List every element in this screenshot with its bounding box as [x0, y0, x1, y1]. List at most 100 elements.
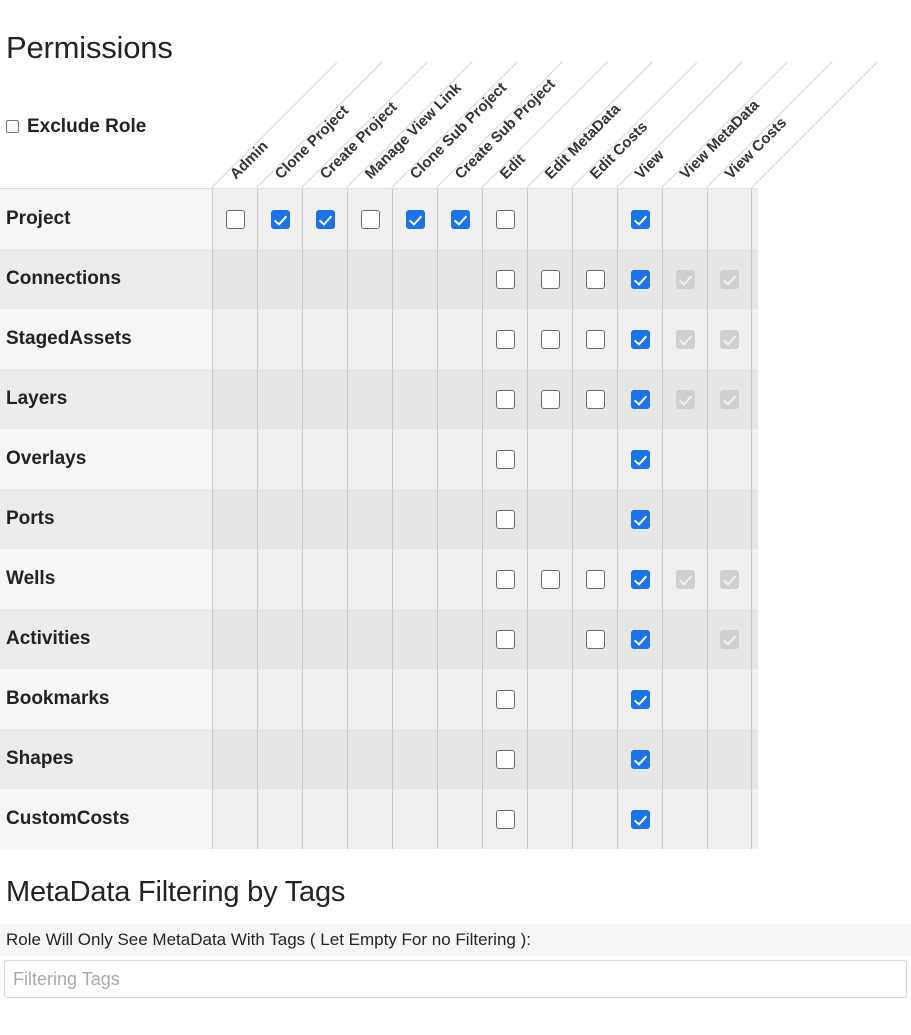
permission-checkbox[interactable]	[585, 269, 605, 289]
matrix-cell[interactable]	[572, 609, 617, 669]
matrix-cell[interactable]	[347, 189, 392, 249]
matrix-cell[interactable]	[482, 429, 527, 489]
matrix-cell[interactable]	[302, 189, 347, 249]
matrix-cell[interactable]	[257, 189, 302, 249]
matrix-cell	[257, 369, 302, 429]
matrix-cell	[572, 189, 617, 249]
permission-checkbox[interactable]	[585, 569, 605, 589]
matrix-cell	[302, 789, 347, 849]
matrix-cell[interactable]	[212, 189, 257, 249]
matrix-cell[interactable]	[572, 369, 617, 429]
permission-checkbox[interactable]	[630, 449, 650, 469]
matrix-cell[interactable]	[617, 729, 662, 789]
matrix-cell[interactable]	[482, 369, 527, 429]
matrix-cell[interactable]	[617, 609, 662, 669]
matrix-cell	[347, 429, 392, 489]
permission-checkbox[interactable]	[495, 389, 515, 409]
permission-checkbox[interactable]	[630, 269, 650, 289]
permission-checkbox[interactable]	[630, 509, 650, 529]
matrix-cell[interactable]	[482, 309, 527, 369]
permission-checkbox[interactable]	[540, 389, 560, 409]
permission-checkbox[interactable]	[585, 389, 605, 409]
matrix-cell	[662, 609, 707, 669]
permission-checkbox[interactable]	[630, 689, 650, 709]
permission-checkbox[interactable]	[495, 569, 515, 589]
matrix-cell[interactable]	[617, 369, 662, 429]
matrix-cell	[437, 609, 482, 669]
permission-checkbox[interactable]	[495, 509, 515, 529]
matrix-cell[interactable]	[572, 549, 617, 609]
permission-checkbox[interactable]	[585, 329, 605, 349]
matrix-cell[interactable]	[527, 369, 572, 429]
matrix-cell[interactable]	[482, 729, 527, 789]
permission-checkbox[interactable]	[495, 749, 515, 769]
row-label-shapes: Shapes	[6, 748, 74, 769]
matrix-cell	[572, 429, 617, 489]
permission-checkbox[interactable]	[540, 569, 560, 589]
permission-checkbox[interactable]	[540, 269, 560, 289]
matrix-cell[interactable]	[527, 309, 572, 369]
matrix-cell[interactable]	[482, 489, 527, 549]
permission-checkbox[interactable]	[495, 809, 515, 829]
matrix-cell[interactable]	[482, 789, 527, 849]
matrix-cell[interactable]	[617, 429, 662, 489]
matrix-cell	[707, 609, 752, 669]
permission-checkbox[interactable]	[630, 749, 650, 769]
permission-checkbox[interactable]	[630, 329, 650, 349]
matrix-cell[interactable]	[482, 249, 527, 309]
matrix-cell[interactable]	[392, 189, 437, 249]
matrix-cell[interactable]	[617, 489, 662, 549]
row-label-layers: Layers	[6, 388, 68, 409]
permission-checkbox[interactable]	[225, 209, 245, 229]
row-label-activities: Activities	[6, 628, 91, 649]
matrix-cell[interactable]	[527, 549, 572, 609]
permission-checkbox[interactable]	[630, 629, 650, 649]
permission-checkbox[interactable]	[495, 269, 515, 289]
matrix-cell	[527, 429, 572, 489]
matrix-cell[interactable]	[617, 189, 662, 249]
matrix-cell	[257, 489, 302, 549]
permission-checkbox[interactable]	[495, 629, 515, 649]
permission-checkbox[interactable]	[450, 209, 470, 229]
permission-checkbox[interactable]	[495, 209, 515, 229]
permission-checkbox[interactable]	[495, 449, 515, 469]
permission-checkbox[interactable]	[630, 209, 650, 229]
matrix-cell[interactable]	[617, 789, 662, 849]
permission-checkbox[interactable]	[585, 629, 605, 649]
permission-checkbox[interactable]	[540, 329, 560, 349]
permission-checkbox	[720, 569, 739, 589]
permission-checkbox[interactable]	[315, 209, 335, 229]
permission-checkbox[interactable]	[630, 809, 650, 829]
matrix-cell[interactable]	[482, 189, 527, 249]
matrix-cell[interactable]	[572, 309, 617, 369]
permission-checkbox[interactable]	[270, 209, 290, 229]
column-header-label: Edit	[496, 150, 529, 183]
permission-checkbox[interactable]	[360, 209, 380, 229]
matrix-cell[interactable]	[482, 669, 527, 729]
matrix-cell[interactable]	[482, 609, 527, 669]
matrix-cell	[257, 429, 302, 489]
permission-checkbox[interactable]	[495, 689, 515, 709]
matrix-cell	[257, 669, 302, 729]
matrix-cell[interactable]	[437, 189, 482, 249]
permission-checkbox[interactable]	[495, 329, 515, 349]
column-header-clone-project: Clone Project	[256, 61, 383, 188]
matrix-cell[interactable]	[617, 249, 662, 309]
matrix-cell	[212, 369, 257, 429]
matrix-cell[interactable]	[617, 549, 662, 609]
matrix-cell[interactable]	[527, 249, 572, 309]
matrix-cell[interactable]	[617, 669, 662, 729]
matrix-cell	[392, 669, 437, 729]
filtering-tags-input[interactable]	[4, 960, 907, 999]
matrix-cell[interactable]	[482, 549, 527, 609]
matrix-cell	[347, 669, 392, 729]
matrix-cell	[302, 669, 347, 729]
permission-checkbox[interactable]	[630, 389, 650, 409]
permission-checkbox[interactable]	[405, 209, 425, 229]
matrix-cell	[212, 609, 257, 669]
permission-checkbox[interactable]	[630, 569, 650, 589]
matrix-cell	[392, 789, 437, 849]
matrix-cell[interactable]	[617, 309, 662, 369]
matrix-cell[interactable]	[572, 249, 617, 309]
table-row: CustomCosts	[0, 789, 758, 849]
